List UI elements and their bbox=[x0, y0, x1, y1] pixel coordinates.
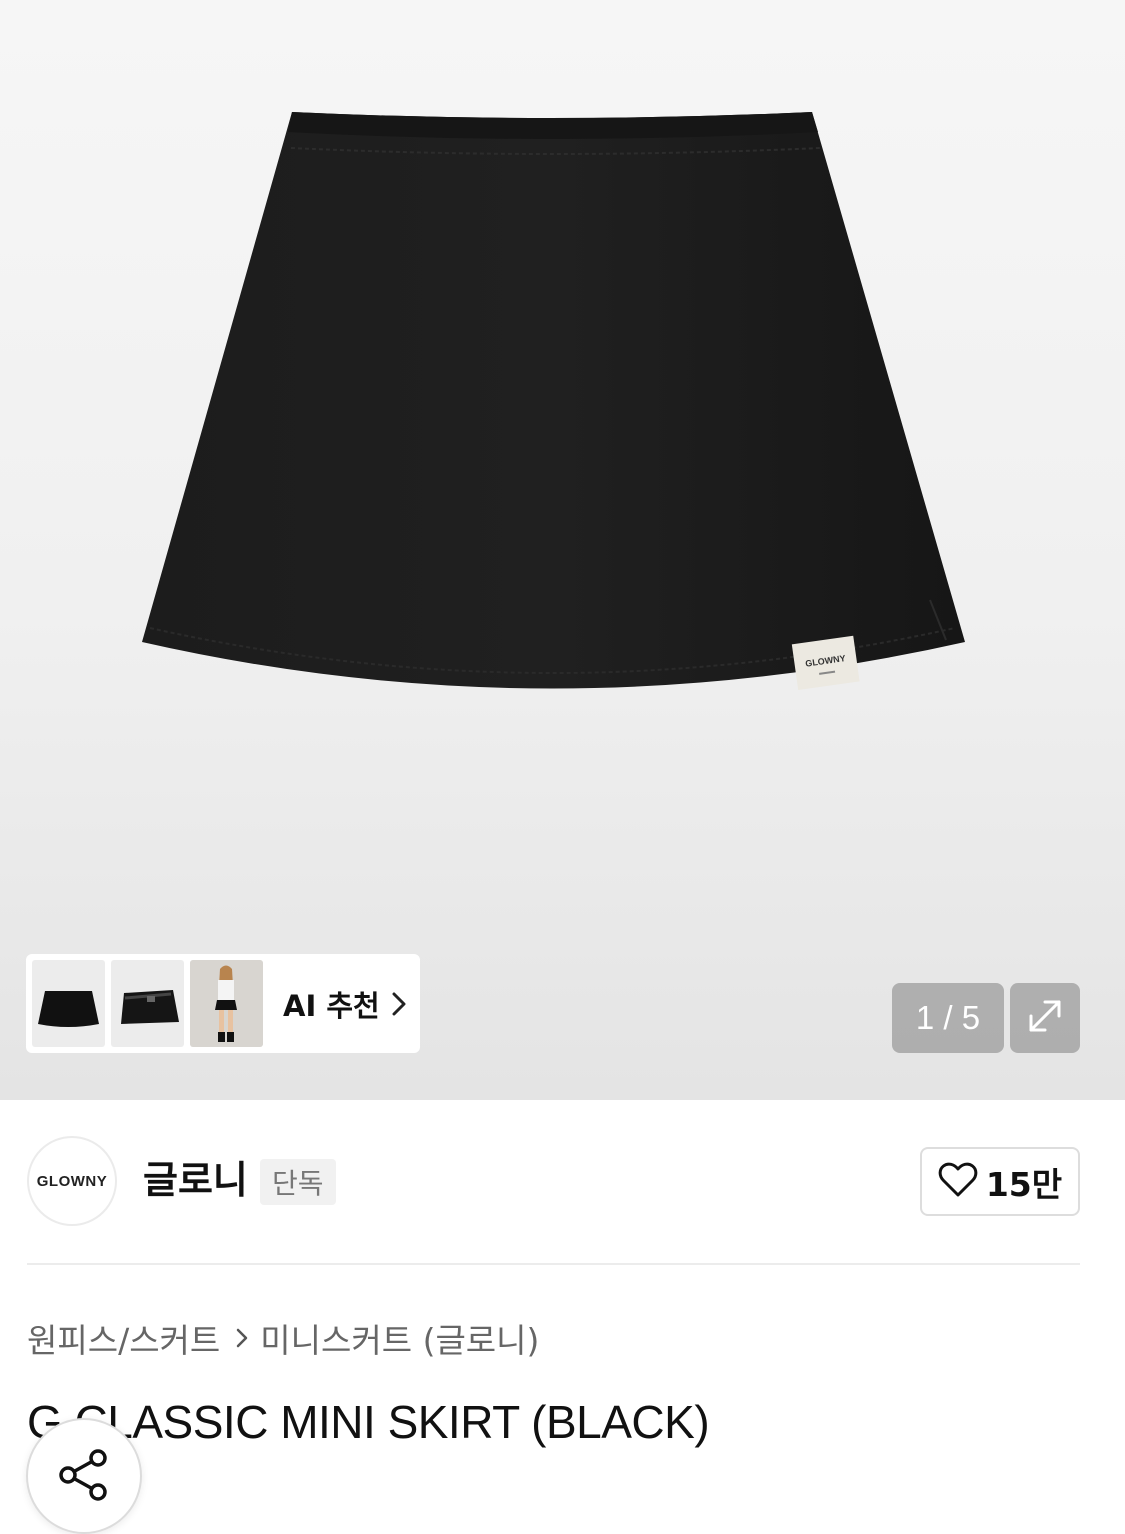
share-button[interactable] bbox=[26, 1418, 142, 1534]
section-divider bbox=[27, 1263, 1080, 1265]
expand-diagonal-icon bbox=[1025, 996, 1065, 1040]
heart-outline-icon bbox=[938, 1162, 978, 1202]
breadcrumb: 원피스/스커트 미니스커트 (글로니) bbox=[27, 1314, 539, 1362]
product-gallery[interactable]: GLOWNY AI 추천 1 / 5 bbox=[0, 0, 1125, 1100]
expand-image-button[interactable] bbox=[1010, 983, 1080, 1053]
thumbnail-skirt-front[interactable] bbox=[32, 960, 105, 1047]
like-count: 15만 bbox=[985, 1164, 1063, 1204]
thumbnail-skort-wrap[interactable] bbox=[111, 960, 184, 1047]
exclusive-badge: 단독 bbox=[260, 1159, 336, 1205]
breadcrumb-category[interactable]: 원피스/스커트 bbox=[27, 1314, 220, 1362]
ai-recommend-label: AI 추천 bbox=[283, 988, 380, 1023]
image-counter: 1 / 5 bbox=[892, 983, 1004, 1053]
product-image[interactable]: GLOWNY bbox=[0, 0, 1125, 1100]
brand-logo[interactable]: GLOWNY bbox=[27, 1136, 117, 1226]
breadcrumb-subcategory[interactable]: 미니스커트 (글로니) bbox=[260, 1314, 539, 1362]
thumbnail-model-look[interactable] bbox=[190, 960, 263, 1047]
share-icon bbox=[56, 1448, 112, 1506]
ai-recommend-strip[interactable]: AI 추천 bbox=[26, 954, 420, 1053]
chevron-right-icon bbox=[392, 992, 406, 1016]
brand-like-button[interactable]: 15만 bbox=[920, 1147, 1080, 1216]
brand-name[interactable]: 글로니 bbox=[143, 1157, 248, 1203]
chevron-right-icon bbox=[236, 1328, 248, 1348]
